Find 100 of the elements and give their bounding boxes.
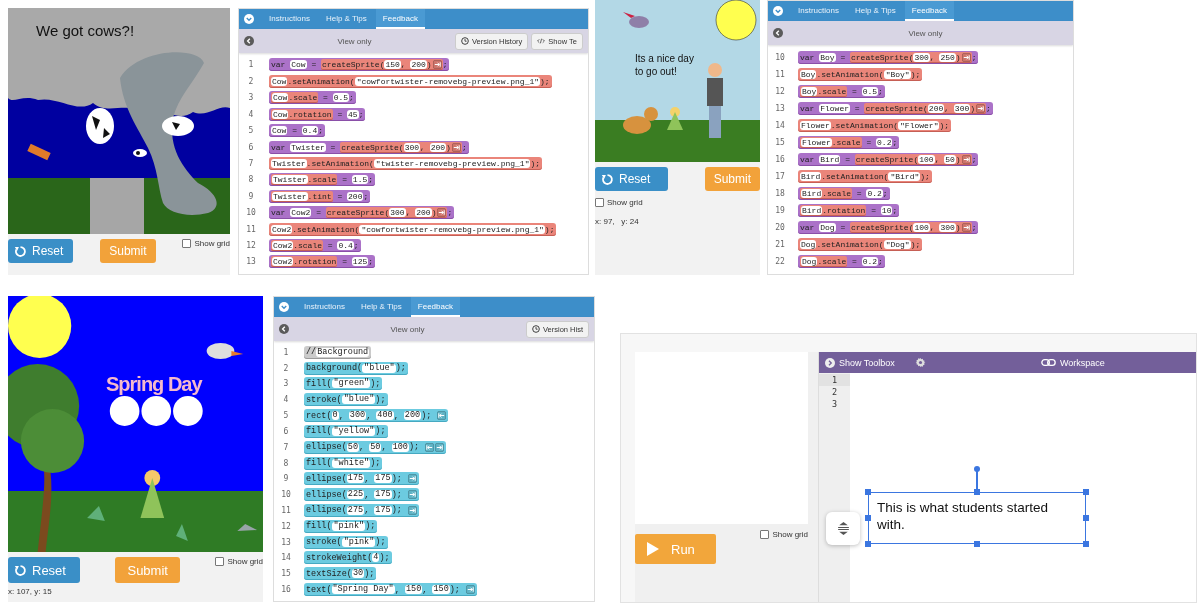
value-slot[interactable]: Dog bbox=[800, 240, 817, 249]
sprite-block[interactable]: Flower.scale bbox=[800, 137, 862, 148]
value-slot[interactable]: 100 bbox=[391, 442, 409, 452]
value-slot[interactable]: 250 bbox=[939, 53, 956, 62]
code-block[interactable]: stroke( "blue"); bbox=[304, 393, 388, 407]
sprite-block[interactable]: createSprite(300, 200) bbox=[325, 207, 448, 219]
code-block[interactable]: var Flower = createSprite(200, 300) ; bbox=[798, 102, 993, 115]
code-block[interactable]: fill( "green"); bbox=[304, 377, 383, 391]
value-slot[interactable]: 200 bbox=[410, 60, 427, 70]
value-slot[interactable]: Cow bbox=[271, 76, 288, 86]
code-block[interactable]: var Bird = createSprite(100, 50) ; bbox=[798, 153, 979, 166]
dropdown-field[interactable]: "Flower" bbox=[898, 121, 940, 130]
back-icon[interactable] bbox=[773, 28, 783, 38]
dropdown-field[interactable]: "yellow" bbox=[331, 426, 376, 436]
code-block[interactable]: Cow.rotation = 45; bbox=[269, 107, 366, 121]
arrow-right-icon[interactable] bbox=[407, 474, 417, 484]
value-slot[interactable]: 300 bbox=[913, 53, 930, 62]
value-slot[interactable]: Cow2 bbox=[271, 224, 293, 234]
show-grid-checkbox[interactable]: Show grid bbox=[182, 239, 230, 248]
value-slot[interactable]: Cow2 bbox=[272, 241, 294, 251]
value-slot[interactable]: Flower bbox=[801, 138, 832, 147]
value-slot[interactable]: 0.4 bbox=[301, 126, 319, 136]
value-slot[interactable]: Cow bbox=[271, 126, 288, 136]
settings-icon[interactable] bbox=[914, 357, 926, 368]
code-block[interactable]: Boy.scale = 0.5; bbox=[798, 85, 885, 98]
value-slot[interactable]: 175 bbox=[374, 474, 392, 484]
value-slot[interactable]: 175 bbox=[374, 505, 392, 515]
back-icon[interactable] bbox=[279, 324, 289, 334]
code-block[interactable]: ellipse(275, 175); bbox=[304, 503, 419, 517]
sprite-block[interactable]: Bird.scale bbox=[800, 188, 852, 199]
value-slot[interactable]: Twister bbox=[272, 191, 308, 201]
dropdown-field[interactable]: "twister-removebg-preview.png_1" bbox=[373, 158, 531, 168]
value-slot[interactable]: 200 bbox=[347, 191, 364, 201]
value-slot[interactable]: "Spring Day" bbox=[331, 585, 395, 594]
sprite-block[interactable]: createSprite(300, 250) bbox=[850, 52, 972, 63]
dropdown-field[interactable]: "pink" bbox=[331, 521, 366, 531]
sprite-block[interactable]: Cow.scale bbox=[271, 92, 319, 104]
back-icon[interactable] bbox=[244, 36, 254, 46]
value-slot[interactable]: 150 bbox=[404, 585, 423, 594]
value-slot[interactable]: 50 bbox=[944, 155, 956, 164]
value-slot[interactable]: 150 bbox=[432, 585, 450, 594]
sprite-block[interactable]: createSprite(100, 300) bbox=[850, 222, 972, 233]
sprite-block[interactable]: Bird.rotation bbox=[800, 205, 867, 216]
sprite-block[interactable]: Boy.scale bbox=[800, 86, 848, 97]
code-block[interactable]: //Background bbox=[304, 345, 372, 359]
code-block[interactable]: Cow.setAnimation( "cowfortwister-removebg-preview.png_1"); bbox=[269, 74, 552, 88]
value-slot[interactable]: 400 bbox=[376, 411, 394, 421]
dropdown-field[interactable]: "Boy" bbox=[883, 70, 911, 79]
value-slot[interactable]: 200 bbox=[429, 142, 447, 152]
arrow-right-icon[interactable] bbox=[435, 442, 445, 452]
code-block[interactable]: Boy.setAnimation( "Boy"); bbox=[798, 68, 923, 81]
show-grid-checkbox[interactable]: Show grid bbox=[595, 198, 760, 207]
value-slot[interactable]: Bird bbox=[800, 172, 822, 181]
show-grid-checkbox[interactable]: Show grid bbox=[760, 530, 808, 539]
arrow-right-icon[interactable] bbox=[432, 60, 442, 70]
value-slot[interactable]: Flower bbox=[819, 104, 850, 113]
sprite-block[interactable]: Cow2.scale bbox=[271, 240, 323, 252]
code-block[interactable]: var Dog = createSprite(100, 300) ; bbox=[798, 221, 979, 234]
sprite-block[interactable]: Cow2.rotation bbox=[271, 256, 338, 268]
sprite-block[interactable]: createSprite(200, 300) bbox=[864, 103, 987, 114]
dropdown-field[interactable]: "Dog" bbox=[883, 240, 911, 249]
value-slot[interactable]: 225 bbox=[346, 490, 365, 500]
collapse-icon[interactable] bbox=[279, 302, 289, 312]
code-block[interactable]: Cow.scale = 0.5; bbox=[269, 91, 356, 105]
code-block[interactable]: Twister.scale = 1.5; bbox=[269, 173, 376, 187]
value-slot[interactable]: 100 bbox=[913, 223, 930, 232]
dropdown-field[interactable]: "Bird" bbox=[888, 172, 921, 181]
sprite-block[interactable]: Twister.tint bbox=[271, 190, 333, 202]
arrow-right-icon[interactable] bbox=[961, 53, 971, 62]
code-block[interactable]: Flower.setAnimation( "Flower"); bbox=[798, 119, 952, 132]
value-slot[interactable]: Cow bbox=[290, 60, 307, 70]
value-slot[interactable]: 4 bbox=[372, 553, 380, 563]
value-slot[interactable]: Boy bbox=[800, 70, 817, 79]
code-block[interactable]: Dog.scale = 0.2; bbox=[798, 255, 885, 268]
value-slot[interactable]: 200 bbox=[415, 208, 432, 218]
code-block[interactable]: var Cow2 = createSprite(300, 200) ; bbox=[269, 206, 455, 220]
sprite-block[interactable]: createSprite(300, 200) bbox=[340, 141, 462, 153]
code-block[interactable]: rect(0, 300, 400, 200); bbox=[304, 409, 449, 423]
value-slot[interactable]: 300 bbox=[953, 104, 971, 113]
dropdown-field[interactable]: "white" bbox=[331, 458, 371, 468]
value-slot[interactable]: Dog bbox=[819, 223, 836, 232]
code-block[interactable]: Bird.setAnimation( "Bird"); bbox=[798, 170, 932, 183]
dropdown-field[interactable]: "cowfortwister-removebg-preview.png_1" bbox=[359, 224, 545, 234]
dropdown-field[interactable]: "pink" bbox=[341, 537, 376, 547]
code-block[interactable]: ellipse(225, 175); bbox=[304, 488, 419, 502]
arrow-right-icon[interactable] bbox=[407, 505, 417, 515]
collapse-icon[interactable] bbox=[773, 6, 783, 16]
value-slot[interactable]: 0.5 bbox=[332, 93, 350, 103]
value-slot[interactable]: 175 bbox=[374, 490, 392, 500]
arrow-right-icon[interactable] bbox=[961, 155, 971, 164]
value-slot[interactable]: Cow2 bbox=[290, 208, 312, 218]
value-slot[interactable]: Bird bbox=[801, 206, 823, 215]
code-block[interactable]: Twister.setAnimation( "twister-removebg-preview.png_1"); bbox=[269, 156, 543, 170]
code-block[interactable]: fill( "yellow"); bbox=[304, 424, 388, 438]
value-slot[interactable]: Boy bbox=[801, 87, 818, 96]
collapse-icon[interactable] bbox=[244, 14, 254, 24]
code-block[interactable]: Flower.scale = 0.2; bbox=[798, 136, 900, 149]
value-slot[interactable]: 10 bbox=[880, 206, 893, 215]
sprite-block[interactable]: Twister.scale bbox=[271, 174, 338, 186]
code-block[interactable]: var Cow = createSprite(150, 200) ; bbox=[269, 58, 450, 72]
